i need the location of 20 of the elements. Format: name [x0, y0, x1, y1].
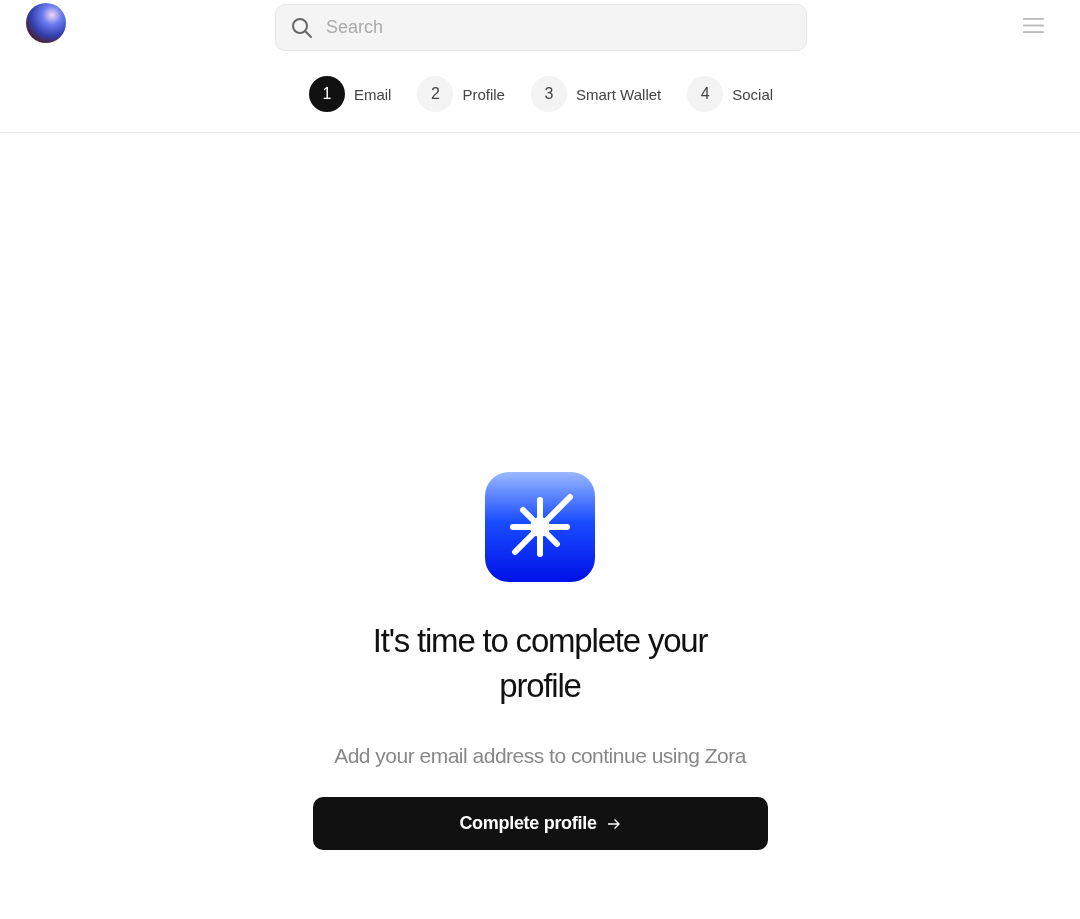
search-field[interactable]: Search — [275, 4, 807, 51]
sparkle-app-icon — [485, 472, 595, 582]
step-number: 4 — [687, 76, 724, 112]
step-number: 1 — [308, 76, 345, 112]
step-label: Smart Wallet — [575, 85, 662, 103]
subtitle: Add your email address to continue using Zora — [334, 744, 746, 768]
step-tab[interactable]: 4 Social — [687, 76, 774, 112]
step-label: Profile — [462, 85, 505, 103]
step-tab[interactable]: 1 Email — [308, 76, 392, 112]
complete-profile-button[interactable]: Complete profile — [312, 797, 768, 850]
page-title: It's time to complete your profile — [371, 621, 709, 706]
step-number: 2 — [417, 76, 454, 112]
search-icon — [291, 17, 313, 39]
step-label: Social — [732, 85, 774, 103]
arrow-right-icon — [606, 817, 621, 830]
sphere-logo-icon[interactable] — [26, 3, 66, 43]
step-tab[interactable]: 2 Profile — [417, 76, 505, 112]
step-number: 3 — [530, 76, 567, 112]
step-tab[interactable]: 3 Smart Wallet — [530, 76, 662, 112]
step-label: Email — [353, 85, 392, 103]
